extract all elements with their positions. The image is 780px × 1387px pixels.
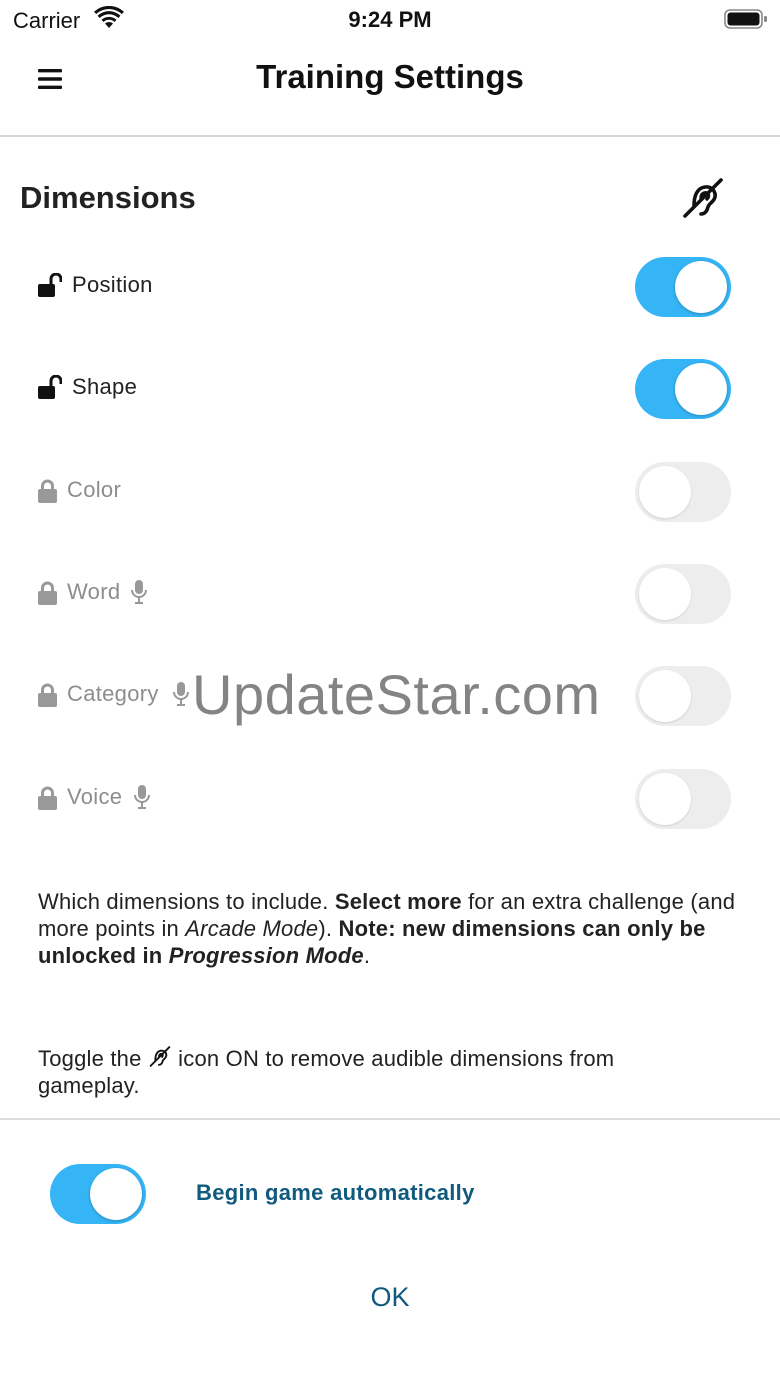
dimension-label: Category bbox=[67, 681, 159, 706]
shape-toggle[interactable] bbox=[635, 359, 731, 419]
desc-text: ). bbox=[318, 916, 339, 941]
lock-icon bbox=[38, 786, 57, 810]
begin-automatically-toggle[interactable] bbox=[50, 1164, 146, 1224]
desc-text: Which dimensions to include. bbox=[38, 889, 335, 914]
toggle-knob bbox=[675, 261, 727, 313]
microphone-icon bbox=[173, 682, 189, 706]
microphone-icon bbox=[131, 580, 147, 604]
status-bar: Carrier 9:24 PM bbox=[0, 0, 780, 40]
watermark: UpdateStar.com bbox=[192, 663, 601, 726]
ok-button[interactable]: OK bbox=[340, 1275, 440, 1319]
toggle-knob bbox=[639, 670, 691, 722]
status-time: 9:24 PM bbox=[348, 7, 432, 32]
dimension-row-position: Position bbox=[0, 257, 780, 317]
category-toggle[interactable] bbox=[635, 666, 731, 726]
dimension-row-voice: Voice bbox=[0, 769, 780, 829]
lock-icon bbox=[38, 581, 57, 605]
dimension-label: Color bbox=[67, 477, 122, 502]
hint-text: Toggle the bbox=[38, 1046, 148, 1071]
toggle-knob bbox=[639, 466, 691, 518]
hearing-impaired-icon[interactable] bbox=[680, 176, 726, 222]
dimensions-description: Which dimensions to include. Select more… bbox=[38, 888, 748, 969]
battery-icon bbox=[724, 9, 767, 29]
hearing-impaired-icon bbox=[149, 1046, 171, 1067]
dimensions-heading: Dimensions bbox=[20, 180, 196, 215]
page-title: Training Settings bbox=[256, 58, 524, 95]
desc-text: . bbox=[363, 943, 371, 968]
dimension-label: Position bbox=[72, 272, 153, 297]
position-toggle[interactable] bbox=[635, 257, 731, 317]
microphone-icon bbox=[134, 785, 150, 809]
color-toggle[interactable] bbox=[635, 462, 731, 522]
dimension-row-word: Word bbox=[0, 564, 780, 624]
navigation-bar: Training Settings bbox=[0, 40, 780, 137]
unlocked-icon bbox=[38, 273, 62, 297]
desc-bold: Select more bbox=[334, 889, 462, 914]
divider bbox=[0, 1118, 780, 1120]
toggle-knob bbox=[639, 568, 691, 620]
dimension-row-shape: Shape bbox=[0, 359, 780, 419]
dimension-label: Shape bbox=[72, 374, 138, 399]
audible-hint: Toggle the icon ON to remove audible dim… bbox=[38, 1045, 638, 1099]
voice-toggle[interactable] bbox=[635, 769, 731, 829]
dimension-label: Word bbox=[67, 579, 121, 604]
word-toggle[interactable] bbox=[635, 564, 731, 624]
dimension-label: Voice bbox=[67, 784, 123, 809]
dimension-row-color: Color bbox=[0, 462, 780, 522]
lock-icon bbox=[38, 479, 57, 503]
toggle-knob bbox=[639, 773, 691, 825]
desc-italic: Arcade Mode bbox=[185, 916, 319, 941]
toggle-knob bbox=[90, 1168, 142, 1220]
desc-bold-italic: Progression Mode bbox=[168, 943, 364, 968]
unlocked-icon bbox=[38, 375, 62, 399]
lock-icon bbox=[38, 683, 57, 707]
begin-automatically-label: Begin game automatically bbox=[196, 1180, 475, 1205]
toggle-knob bbox=[675, 363, 727, 415]
